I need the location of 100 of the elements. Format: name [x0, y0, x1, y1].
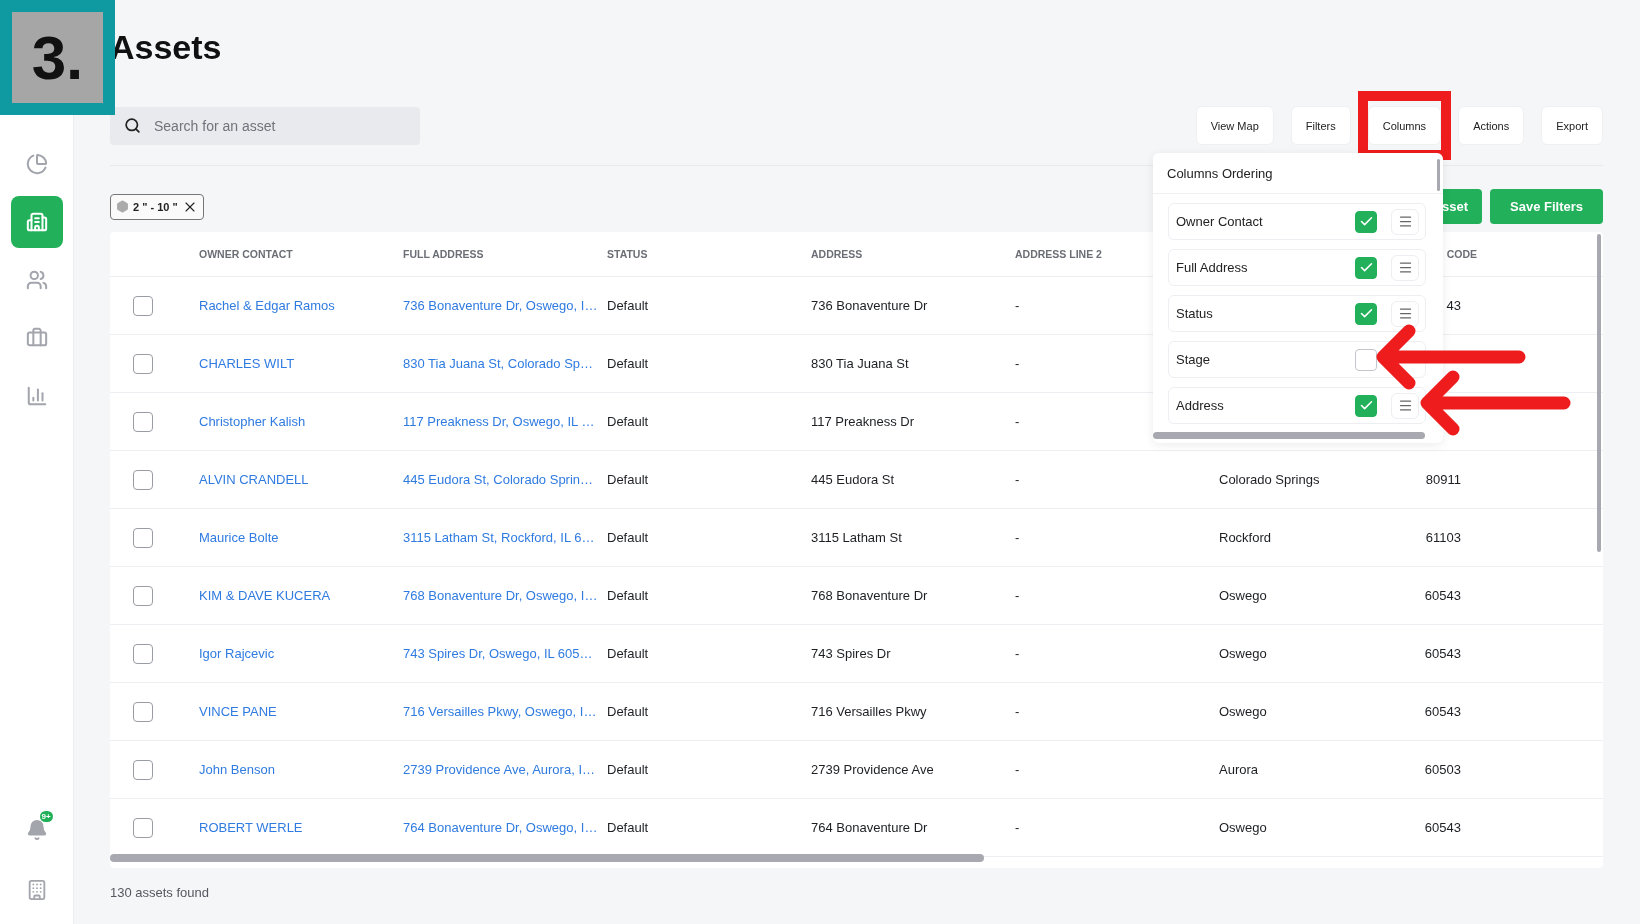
table-cell: - — [1015, 646, 1020, 661]
column-option-label: Address — [1176, 398, 1225, 413]
table-link[interactable]: 743 Spires Dr, Oswego, IL 605… — [403, 646, 593, 661]
table-link[interactable]: KIM & DAVE KUCERA — [199, 588, 331, 603]
step-number: 3. — [31, 22, 84, 93]
table-link[interactable]: CHARLES WILT — [199, 356, 295, 371]
table-link[interactable]: Maurice Bolte — [199, 530, 279, 545]
toolbar-button[interactable]: Export — [1541, 106, 1603, 145]
table-cell: Default — [607, 298, 649, 313]
table-cell: Oswego — [1219, 646, 1267, 661]
table-link[interactable]: ALVIN CRANDELL — [199, 472, 309, 487]
column-option[interactable]: Stage — [1168, 341, 1426, 378]
column-option[interactable]: Full Address — [1168, 249, 1426, 286]
table-link[interactable]: Igor Rajcevic — [199, 646, 275, 661]
table-cell: Default — [607, 820, 649, 835]
row-checkbox[interactable] — [133, 353, 153, 374]
table-cell: Oswego — [1219, 704, 1267, 719]
table-cell: 445 Eudora St — [811, 472, 895, 487]
column-option[interactable]: Owner Contact — [1168, 203, 1426, 240]
table-cell: - — [1015, 414, 1020, 429]
column-checkbox[interactable] — [1355, 210, 1377, 233]
toolbar-button[interactable]: Filters — [1290, 106, 1351, 145]
table-cell: Default — [607, 762, 649, 777]
table-link[interactable]: 117 Preakness Dr, Oswego, IL … — [403, 414, 595, 429]
save-filters-button[interactable]: Save Filters — [1490, 189, 1603, 224]
column-header[interactable]: STATUS — [607, 248, 648, 260]
table-cell: - — [1015, 820, 1020, 835]
page-title: Assets — [110, 27, 222, 68]
column-checkbox[interactable] — [1355, 302, 1377, 325]
row-checkbox[interactable] — [133, 527, 153, 548]
row-checkbox[interactable] — [133, 759, 153, 780]
column-header[interactable]: FULL ADDRESS — [403, 248, 484, 260]
row-checkbox[interactable] — [133, 295, 153, 316]
column-checkbox[interactable] — [1355, 394, 1377, 417]
table-cell: Default — [607, 356, 649, 371]
toolbar-button[interactable]: Columns — [1367, 106, 1442, 145]
table-link[interactable]: ROBERT WERLE — [199, 820, 303, 835]
table-cell: 716 Versailles Pkwy — [811, 704, 927, 719]
horizontal-scrollbar[interactable] — [110, 854, 984, 862]
table-link[interactable]: 716 Versailles Pkwy, Oswego, I… — [403, 704, 597, 719]
table-cell: Default — [607, 530, 649, 545]
column-option[interactable]: Status — [1168, 295, 1426, 332]
row-checkbox[interactable] — [133, 585, 153, 606]
drag-handle[interactable] — [1391, 254, 1419, 281]
menu-title: Columns Ordering — [1167, 165, 1273, 181]
table-link[interactable]: 768 Bonaventure Dr, Oswego, I… — [403, 588, 598, 603]
notification-bell-icon[interactable] — [25, 819, 48, 841]
row-checkbox[interactable] — [133, 469, 153, 490]
vertical-scrollbar[interactable] — [1597, 234, 1601, 552]
table-cell: 2739 Providence Ave — [811, 762, 934, 777]
menu-scrollbar[interactable] — [1153, 432, 1425, 439]
drag-handle[interactable] — [1391, 392, 1419, 419]
column-checkbox[interactable] — [1355, 348, 1377, 371]
briefcase-icon[interactable] — [25, 327, 48, 349]
table-link[interactable]: 445 Eudora St, Colorado Sprin… — [403, 472, 594, 487]
menu-vertical-scrollbar[interactable] — [1437, 159, 1440, 191]
toolbar-button[interactable]: Actions — [1458, 106, 1525, 145]
table-link[interactable]: 764 Bonaventure Dr, Oswego, I… — [403, 820, 598, 835]
table-cell: - — [1015, 356, 1020, 371]
building-icon[interactable] — [25, 211, 48, 233]
table-cell: 60543 — [1423, 646, 1461, 661]
table-link[interactable]: VINCE PANE — [199, 704, 277, 719]
table-link[interactable]: Christopher Kalish — [199, 414, 306, 429]
people-icon[interactable] — [25, 269, 48, 291]
table-cell: Default — [607, 704, 649, 719]
column-checkbox[interactable] — [1355, 256, 1377, 279]
drag-handle[interactable] — [1391, 300, 1419, 327]
column-option[interactable]: Address — [1168, 387, 1426, 424]
table-cell: 743 Spires Dr — [811, 646, 891, 661]
results-count: 130 assets found — [110, 885, 210, 900]
bar-chart-icon[interactable] — [25, 385, 48, 407]
search-field[interactable]: Search for an asset — [110, 106, 420, 145]
column-option-label: Full Address — [1176, 260, 1249, 275]
column-header[interactable]: OWNER CONTACT — [199, 248, 293, 260]
table-link[interactable]: Rachel & Edgar Ramos — [199, 298, 335, 313]
table-cell-text: 43 — [1445, 298, 1461, 313]
table-cell: Aurora — [1219, 762, 1259, 777]
row-checkbox[interactable] — [133, 643, 153, 664]
row-checkbox[interactable] — [133, 701, 153, 722]
table-cell: Oswego — [1219, 588, 1267, 603]
table-link[interactable]: John Benson — [199, 762, 275, 777]
table-cell: Colorado Springs — [1219, 472, 1320, 487]
column-header[interactable]: ADDRESS LINE 2 — [1015, 248, 1102, 260]
table-link[interactable]: 830 Tia Juana St, Colorado Sp… — [403, 356, 594, 371]
table-cell: - — [1015, 530, 1020, 545]
table-cell: - — [1015, 298, 1020, 313]
row-checkbox[interactable] — [133, 411, 153, 432]
table-link[interactable]: 736 Bonaventure Dr, Oswego, I… — [403, 298, 598, 313]
table-cell: - — [1015, 762, 1020, 777]
column-header[interactable]: ADDRESS — [811, 248, 863, 260]
table-cell: 117 Preakness Dr — [811, 414, 915, 429]
table-cell: 764 Bonaventure Dr — [811, 820, 928, 835]
table-cell: Rockford — [1219, 530, 1272, 545]
filter-chip[interactable]: 2 " - 10 " — [110, 193, 204, 220]
row-checkbox[interactable] — [133, 817, 153, 838]
toolbar-button[interactable]: View Map — [1195, 106, 1274, 145]
drag-handle[interactable] — [1391, 208, 1419, 235]
pie-chart-icon[interactable] — [25, 153, 48, 175]
table-link[interactable]: 2739 Providence Ave, Aurora, I… — [403, 762, 595, 777]
table-link[interactable]: 3115 Latham St, Rockford, IL 6… — [403, 530, 595, 545]
